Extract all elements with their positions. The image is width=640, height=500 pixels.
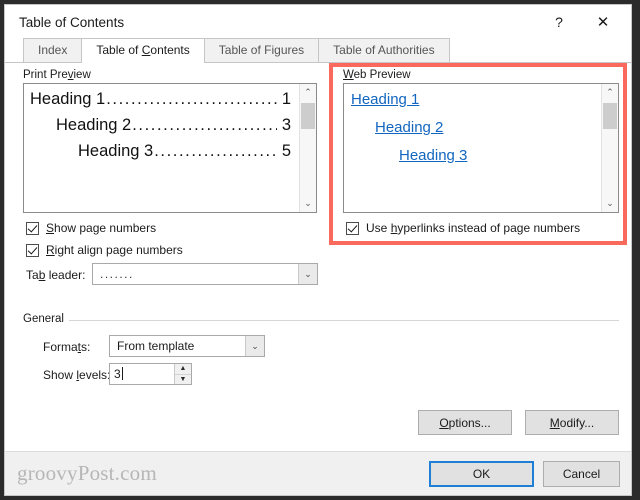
spinner-buttons[interactable]: ▲ ▼ (174, 364, 191, 384)
show-levels-field[interactable]: 3 (110, 367, 174, 381)
print-preview-box: Heading 1 ..............................… (23, 83, 317, 213)
help-icon[interactable]: ? (537, 5, 581, 39)
formats-value: From template (117, 339, 195, 353)
heading-text: Heading 1 (30, 90, 106, 108)
scroll-down-icon[interactable]: ⌄ (602, 195, 618, 212)
print-preview-label: Print Preview (23, 69, 91, 81)
use-hyperlinks-checkbox[interactable]: Use hyperlinks instead of page numbers (346, 221, 580, 235)
show-page-numbers-checkbox[interactable]: Show page numbers (26, 221, 156, 235)
show-levels-label: Show levels: (43, 368, 111, 382)
heading-hyperlink[interactable]: Heading 1 (351, 91, 419, 108)
formats-label: Formats: (43, 340, 91, 354)
heading-hyperlink[interactable]: Heading 2 (375, 119, 443, 136)
print-preview-scrollbar[interactable]: ⌃ ⌄ (299, 84, 316, 212)
page-number: 5 (281, 142, 291, 160)
scrollbar-thumb[interactable] (301, 103, 315, 129)
table-of-contents-dialog: Table of Contents ? ✕ Index Table of Con… (4, 4, 632, 496)
print-preview-line: Heading 1 ..............................… (30, 90, 291, 109)
general-group-rule (23, 320, 619, 321)
web-preview-line: Heading 1 (351, 91, 593, 108)
checkbox-box[interactable] (26, 243, 39, 257)
tab-strip: Index Table of Contents Table of Figures… (5, 38, 631, 63)
general-group-label: General (23, 313, 69, 325)
modify-button[interactable]: Modify... (525, 410, 619, 435)
tab-leader-value: ....... (100, 267, 134, 281)
close-icon[interactable]: ✕ (581, 5, 631, 39)
right-align-page-numbers-label: Right align page numbers (46, 243, 183, 257)
dot-leader: ........................ (154, 142, 277, 160)
print-preview-line: Heading 2 ............................. … (30, 116, 291, 135)
scroll-down-icon[interactable]: ⌄ (300, 195, 316, 212)
scrollbar-thumb[interactable] (603, 103, 617, 129)
print-preview-content: Heading 1 ..............................… (24, 84, 299, 212)
tab-leader-combo[interactable]: ....... ⌄ (92, 263, 318, 285)
dialog-footer: groovyPost.com OK Cancel (5, 451, 631, 495)
show-levels-spinner[interactable]: 3 ▲ ▼ (109, 363, 192, 385)
web-preview-scrollbar[interactable]: ⌃ ⌄ (601, 84, 618, 212)
chevron-down-icon[interactable]: ⌄ (298, 264, 317, 284)
heading-hyperlink[interactable]: Heading 3 (399, 147, 467, 164)
dot-leader: ............................. (132, 116, 277, 134)
heading-text: Heading 2 (56, 116, 132, 134)
tab-table-of-contents[interactable]: Table of Contents (81, 38, 205, 63)
scroll-up-icon[interactable]: ⌃ (602, 84, 618, 101)
web-preview-content: Heading 1 Heading 2 Heading 3 (344, 84, 601, 212)
web-preview-box: Heading 1 Heading 2 Heading 3 ⌃ ⌄ (343, 83, 619, 213)
dialog-body: Print Preview Heading 1 ................… (5, 63, 631, 451)
text-caret (121, 367, 123, 380)
tab-index[interactable]: Index (23, 38, 83, 62)
checkbox-box[interactable] (346, 221, 359, 235)
show-levels-value: 3 (114, 367, 121, 381)
tab-leader-label: Tab leader: (26, 268, 86, 282)
ok-button[interactable]: OK (429, 461, 534, 487)
scroll-up-icon[interactable]: ⌃ (300, 84, 316, 101)
web-preview-line: Heading 2 (351, 119, 593, 136)
web-preview-line: Heading 3 (351, 147, 593, 164)
page-number: 3 (281, 116, 291, 134)
watermark: groovyPost.com (17, 461, 157, 485)
page-number: 1 (281, 90, 291, 108)
options-button[interactable]: Options... (418, 410, 512, 435)
cancel-button[interactable]: Cancel (543, 461, 620, 487)
tab-table-of-authorities[interactable]: Table of Authorities (318, 38, 450, 62)
print-preview-line: Heading 3 ........................ 5 (30, 142, 291, 161)
chevron-down-icon[interactable]: ⌄ (245, 336, 264, 356)
show-page-numbers-label: Show page numbers (46, 221, 157, 235)
formats-combo[interactable]: From template ⌄ (109, 335, 265, 357)
tab-table-of-figures[interactable]: Table of Figures (203, 38, 320, 62)
right-align-page-numbers-checkbox[interactable]: Right align page numbers (26, 243, 183, 257)
web-preview-label: Web Preview (343, 69, 411, 81)
spinner-up-icon[interactable]: ▲ (175, 364, 191, 375)
dot-leader: ............................... (106, 90, 277, 108)
use-hyperlinks-label: Use hyperlinks instead of page numbers (366, 221, 581, 235)
title-bar: Table of Contents ? ✕ (5, 5, 631, 39)
heading-text: Heading 3 (78, 142, 154, 160)
spinner-down-icon[interactable]: ▼ (175, 374, 191, 384)
checkbox-box[interactable] (26, 221, 39, 235)
dialog-title: Table of Contents (19, 14, 125, 30)
